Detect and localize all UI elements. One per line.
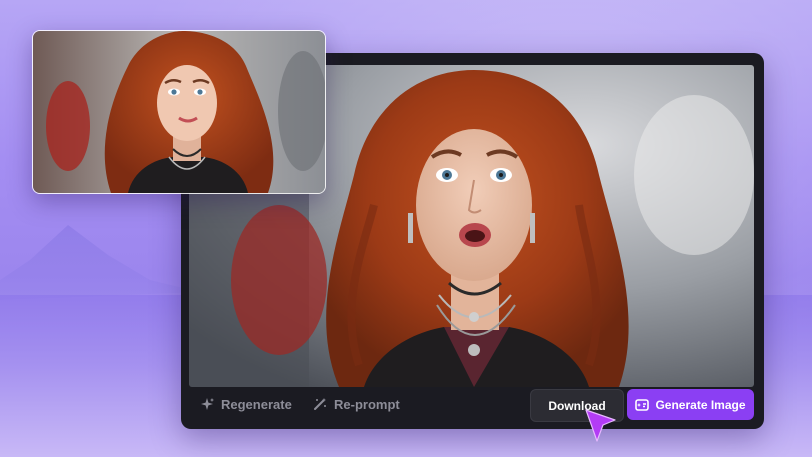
original-image-thumbnail[interactable] [32,30,326,194]
pointer-cursor-icon [585,409,616,442]
regenerate-label: Regenerate [221,396,292,412]
magic-wand-icon [313,397,327,411]
image-generate-icon [635,398,650,411]
generate-image-label: Generate Image [655,397,746,412]
regenerate-button[interactable]: Regenerate [200,394,292,414]
generate-image-button[interactable]: Generate Image [627,389,754,420]
image-toolbar: Regenerate Re-prompt Download Generate I… [181,387,764,429]
sparkle-icon [200,397,214,411]
reprompt-button[interactable]: Re-prompt [313,394,400,414]
reprompt-label: Re-prompt [334,396,400,412]
